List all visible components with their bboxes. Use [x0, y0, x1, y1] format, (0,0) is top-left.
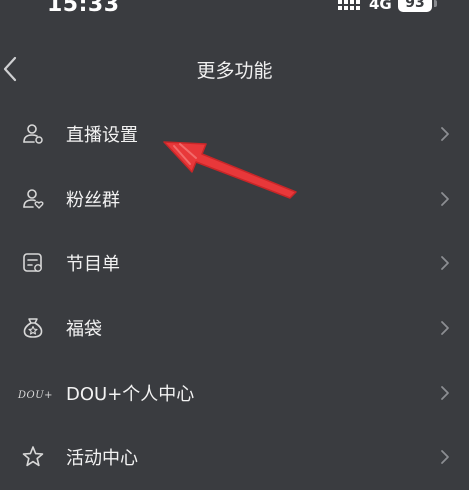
status-bar: 15:33 4G 93: [0, 0, 469, 22]
network-type: 4G: [369, 0, 392, 13]
menu-item-dou-plus[interactable]: DOU+ DOU+个人中心: [0, 360, 469, 425]
menu-item-label: DOU+个人中心: [66, 383, 195, 405]
menu-item-lucky-bag[interactable]: 福袋: [0, 296, 469, 361]
menu-item-label: 节目单: [66, 254, 120, 276]
page-title: 更多功能: [196, 60, 273, 82]
menu-item-label: 直播设置: [66, 125, 138, 147]
chevron-right-icon: [441, 127, 449, 142]
menu-item-fan-group[interactable]: 粉丝群: [0, 167, 469, 232]
program-list-icon: [20, 250, 46, 276]
lucky-bag-icon: [20, 315, 46, 341]
battery-level: 93: [398, 0, 432, 12]
user-settings-icon: [20, 121, 46, 147]
menu-item-live-settings[interactable]: 直播设置: [0, 102, 469, 167]
chevron-right-icon: [441, 256, 449, 271]
star-icon: [20, 444, 46, 470]
chevron-right-icon: [441, 321, 449, 335]
menu-list: 直播设置 粉丝群 节目单 福袋 DOU+ DOU+个人中心 活动中心: [0, 102, 469, 490]
chevron-right-icon: [441, 450, 449, 465]
header: 更多功能: [0, 44, 469, 94]
dou-plus-icon: DOU+: [18, 380, 54, 406]
menu-item-label: 粉丝群: [66, 189, 120, 211]
chevron-right-icon: [441, 191, 449, 206]
menu-item-program-list[interactable]: 节目单: [0, 231, 469, 296]
battery-tip: [434, 0, 437, 7]
status-time: 15:33: [47, 0, 120, 17]
fan-group-icon: [20, 186, 46, 212]
signal-icon: [338, 0, 360, 10]
chevron-right-icon: [441, 385, 449, 400]
menu-item-label: 福袋: [66, 319, 102, 341]
dou-plus-icon-text: DOU+: [18, 389, 54, 401]
menu-item-activity-center[interactable]: 活动中心: [0, 425, 469, 490]
menu-item-label: 活动中心: [66, 448, 138, 470]
